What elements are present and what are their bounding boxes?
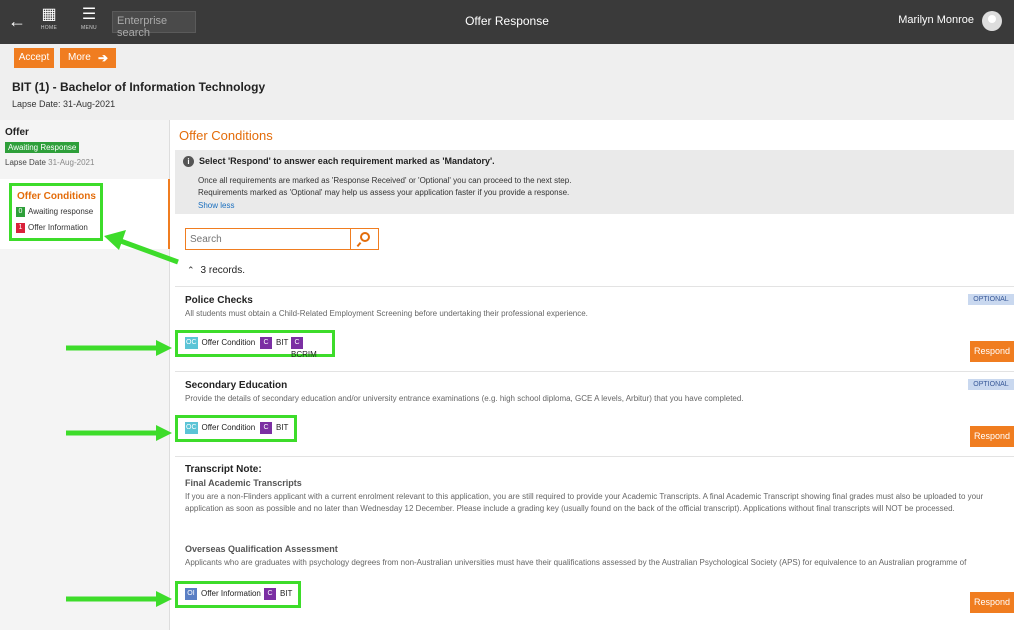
info-icon: i (183, 156, 194, 167)
info-panel: i Select 'Respond' to answer each requir… (175, 150, 1014, 214)
tag: OC Offer Condition (185, 337, 255, 349)
tag-code: C (260, 422, 272, 434)
tag: C BIT (264, 588, 292, 600)
tag-label: Offer Condition (201, 423, 256, 432)
info-line: Requirements marked as 'Optional' may he… (198, 188, 570, 197)
tag: C BIT (260, 337, 288, 349)
show-less-link[interactable]: Show less (198, 201, 234, 210)
tag-label: BCRIM (291, 350, 317, 359)
search-field (185, 228, 379, 250)
tag-label: BIT (276, 338, 289, 347)
tag-code: C (264, 588, 276, 600)
respond-button[interactable]: Respond (970, 426, 1014, 447)
card-title: Transcript Note: (185, 464, 262, 475)
tag: C BIT (260, 422, 288, 434)
tag-code: C (260, 337, 272, 349)
info-heading: Select 'Respond' to answer each requirem… (199, 156, 495, 166)
tag-label: BIT (280, 589, 293, 598)
collapse-chevron-icon[interactable]: ⌃ (187, 265, 195, 275)
card-description: Provide the details of secondary educati… (185, 394, 744, 403)
tag-group: OC Offer Condition C BIT (175, 415, 297, 442)
info-line: Once all requirements are marked as 'Res… (198, 176, 572, 185)
optional-badge: OPTIONAL (968, 294, 1014, 305)
card-title: Secondary Education (185, 380, 288, 391)
search-button[interactable] (350, 229, 378, 249)
card-title: Police Checks (185, 295, 253, 306)
search-icon (360, 232, 370, 242)
tag-code: OC (185, 337, 198, 349)
main-content: Offer Conditions i Select 'Respond' to a… (175, 120, 1014, 630)
section-title: Offer Conditions (179, 128, 273, 143)
respond-button[interactable]: Respond (970, 592, 1014, 613)
card-subtitle: Final Academic Transcripts (185, 478, 302, 488)
records-text: 3 records. (200, 265, 246, 276)
tag-label: Offer Condition (201, 338, 256, 347)
search-icon-handle (356, 241, 362, 248)
records-count: ⌃ 3 records. (187, 265, 245, 276)
card-description: Applicants who are graduates with psycho… (185, 558, 967, 567)
tag: OC Offer Condition (185, 422, 255, 434)
tag-code: OI (185, 588, 197, 600)
tag-code: C (291, 337, 303, 349)
list-item: Secondary Education OPTIONAL Provide the… (175, 371, 1014, 455)
list-item: Transcript Note: Final Academic Transcri… (175, 456, 1014, 630)
tag-code: OC (185, 422, 198, 434)
tag-label: BIT (276, 423, 289, 432)
list-item: Police Checks OPTIONAL All students must… (175, 286, 1014, 370)
tag-group: OC Offer Condition C BIT CBCRIM (175, 330, 335, 359)
card-description: If you are a non-Flinders applicant with… (185, 492, 984, 513)
card-description: All students must obtain a Child-Related… (185, 309, 588, 318)
tag-label: Offer Information (201, 589, 261, 598)
tag: OI Offer Information (185, 588, 261, 600)
card-subtitle: Overseas Qualification Assessment (185, 544, 338, 554)
respond-button[interactable]: Respond (970, 341, 1014, 362)
optional-badge: OPTIONAL (968, 379, 1014, 390)
tag-group: OI Offer Information C BIT (175, 581, 301, 608)
tag: CBCRIM (291, 337, 332, 359)
search-input[interactable] (186, 229, 352, 249)
